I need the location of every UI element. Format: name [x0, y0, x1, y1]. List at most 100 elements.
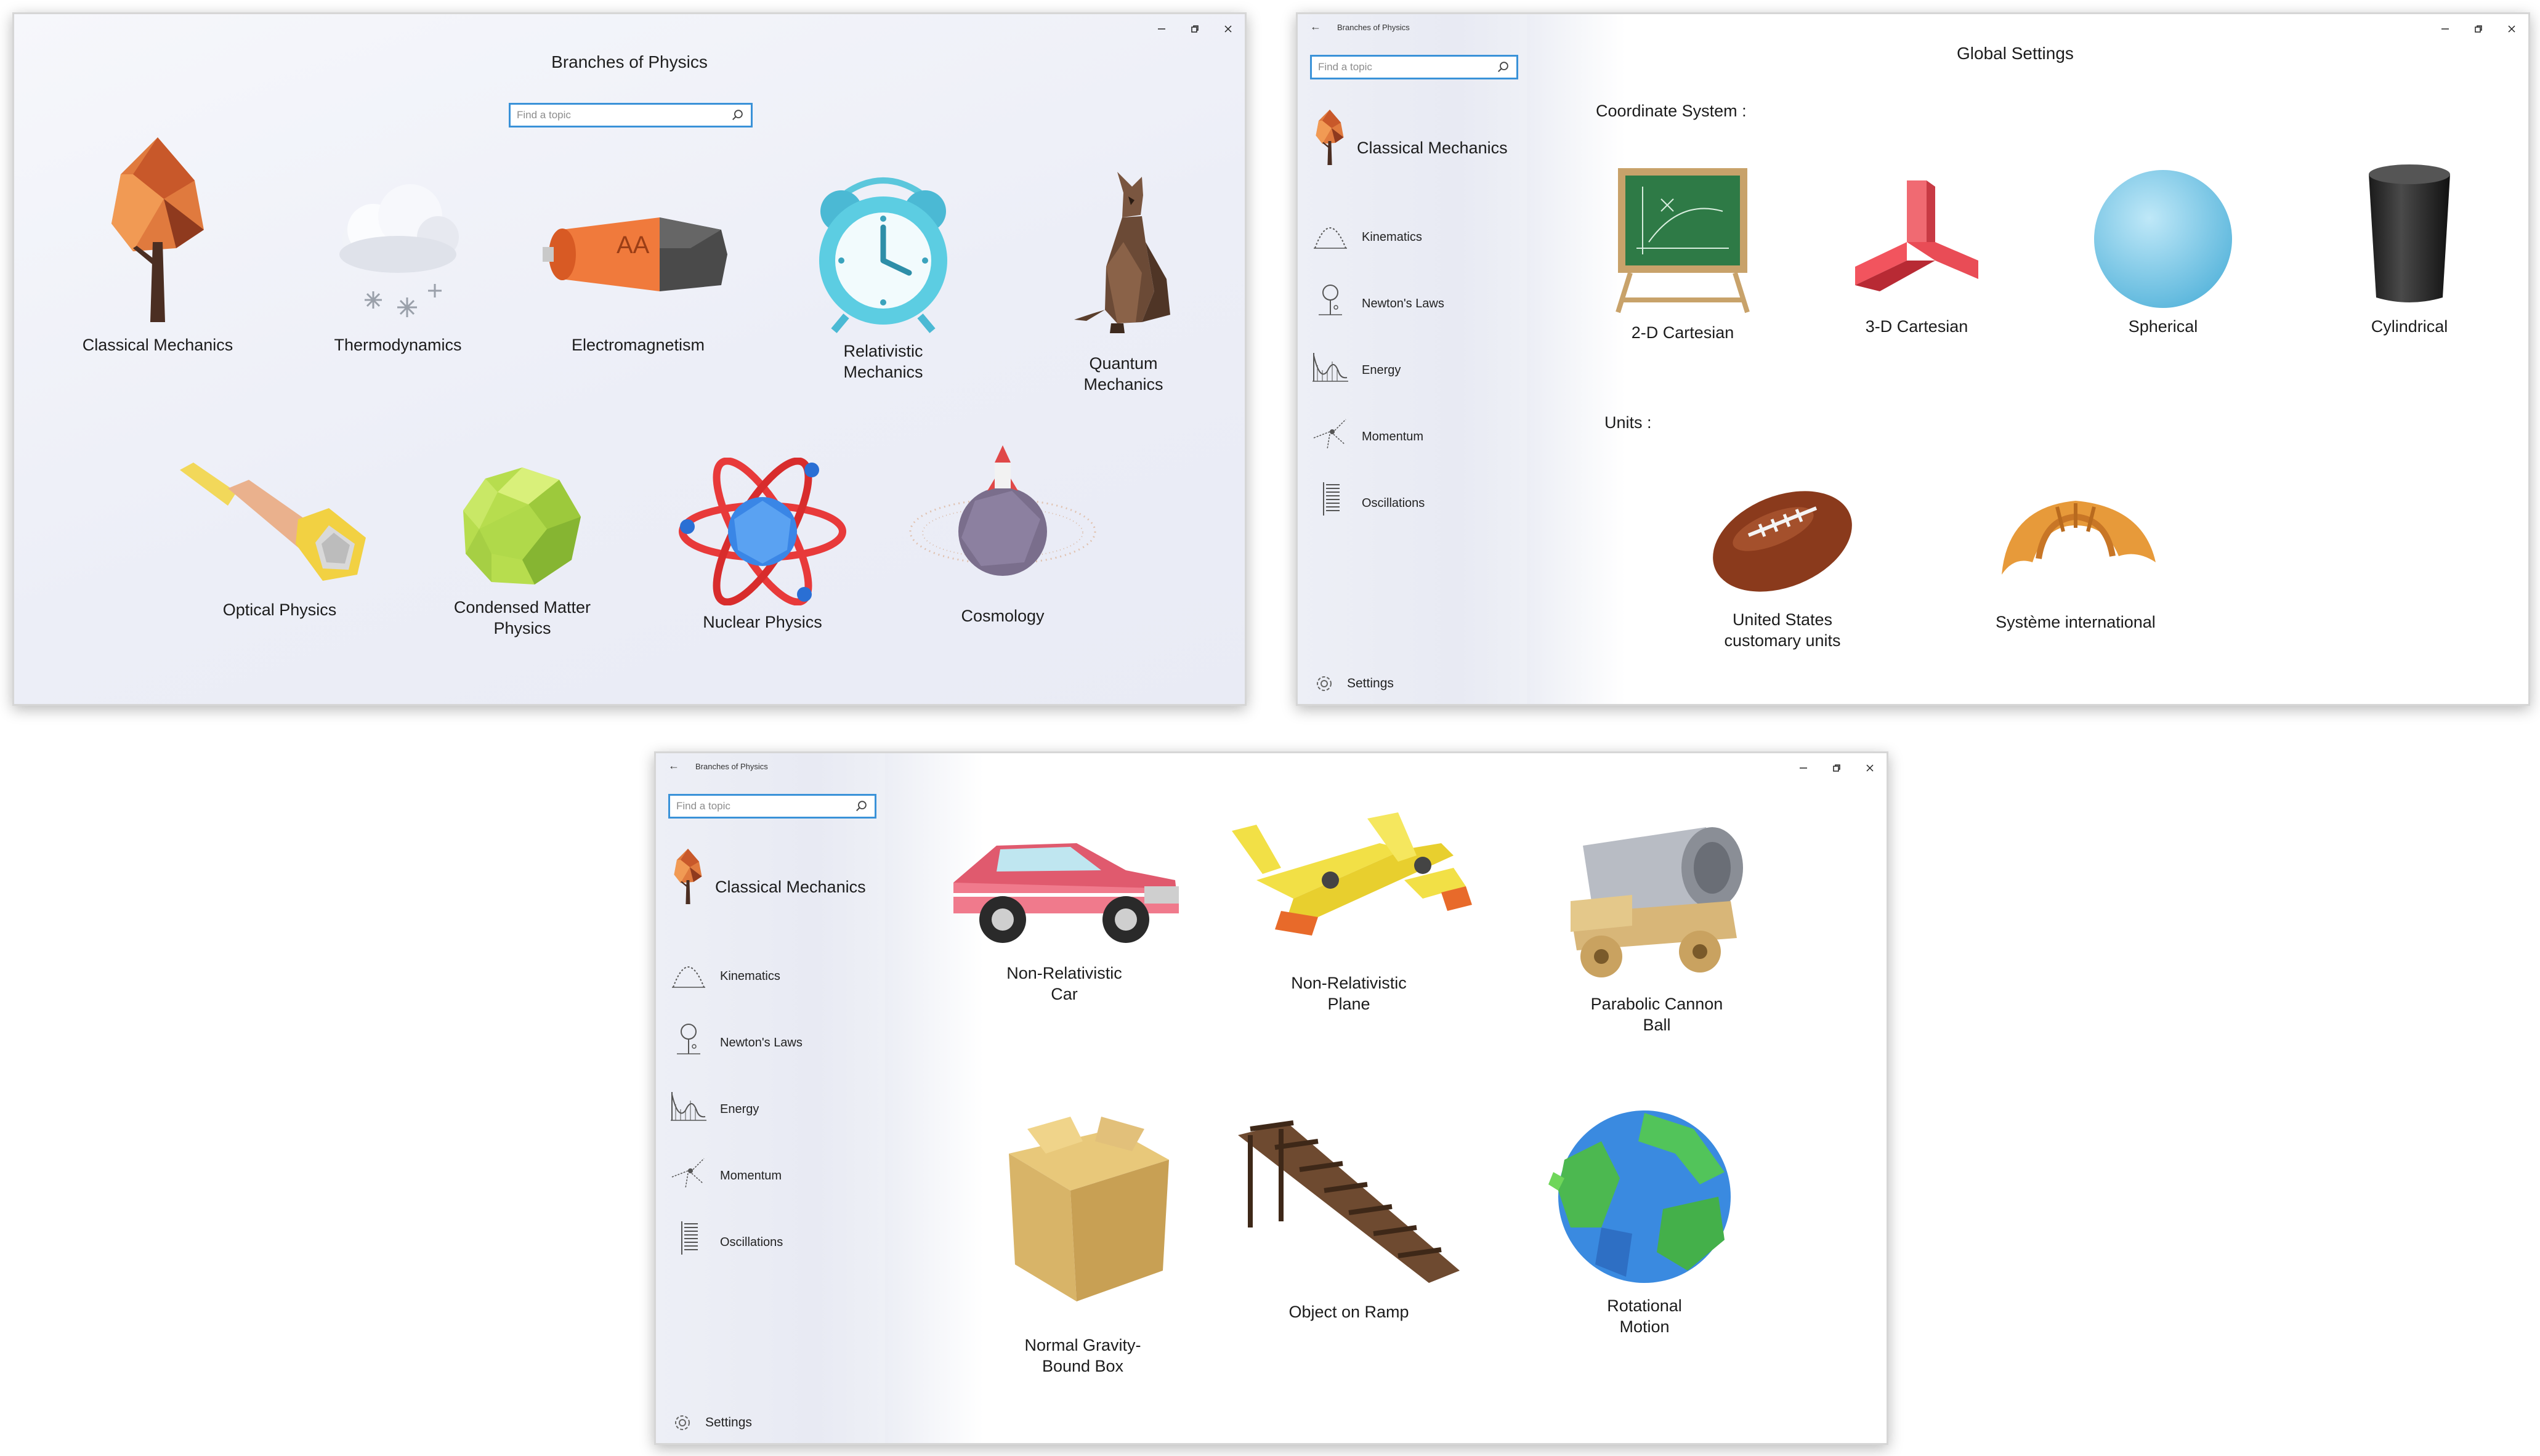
option-label: Spherical	[2128, 317, 2198, 336]
tile-label-line: Non-Relativistic	[1291, 974, 1407, 992]
minimize-button[interactable]	[1145, 14, 1178, 44]
option-us-customary-units[interactable]: United States customary units	[1681, 480, 1884, 651]
tile-label-line: Motion	[1619, 1317, 1670, 1336]
tile-label-line: Quantum	[1089, 354, 1158, 373]
search-icon[interactable]	[731, 108, 745, 122]
option-label: 3-D Cartesian	[1865, 317, 1968, 336]
nav-item-label: Oscillations	[720, 1235, 783, 1249]
tile-condensed-matter-physics[interactable]: Condensed Matter Physics	[421, 461, 624, 639]
apple-tree-icon	[669, 1019, 708, 1058]
atom-icon	[679, 458, 846, 605]
settings-nav-item[interactable]: Settings	[673, 1414, 752, 1432]
close-button[interactable]	[1853, 753, 1887, 783]
close-icon	[2507, 24, 2517, 34]
option-label: 2-D Cartesian	[1631, 323, 1734, 342]
tile-label: Cosmology	[961, 607, 1045, 625]
option-2d-cartesian[interactable]: 2-D Cartesian	[1581, 162, 1784, 343]
nav-item-newtons-laws[interactable]: Newton's Laws	[669, 1017, 803, 1060]
close-button[interactable]	[1211, 14, 1245, 44]
nav-item-kinematics[interactable]: Kinematics	[1311, 211, 1422, 254]
search-box[interactable]	[668, 794, 876, 819]
minimize-icon	[1157, 24, 1167, 34]
tile-label-line: Ball	[1643, 1016, 1671, 1034]
nav-item-label: Energy	[1362, 363, 1401, 377]
roller-coaster-icon	[1311, 347, 1349, 385]
classical-mechanics-window: ← Branches of Physics Classical Mechanic…	[654, 751, 1888, 1445]
app-title: Branches of Physics	[695, 762, 768, 771]
minimize-icon	[2440, 24, 2450, 34]
nav-item-momentum[interactable]: Momentum	[1311, 411, 1423, 454]
tile-label: Thermodynamics	[334, 336, 462, 354]
tile-optical-physics[interactable]: Optical Physics	[178, 451, 381, 620]
nav-item-oscillations[interactable]: Oscillations	[669, 1216, 783, 1260]
tile-classical-mechanics[interactable]: Classical Mechanics	[56, 131, 259, 355]
nav-item-energy[interactable]: Energy	[669, 1083, 759, 1126]
minimize-button[interactable]	[1787, 753, 1820, 783]
settings-nav-item[interactable]: Settings	[1315, 674, 1394, 693]
search-box[interactable]	[509, 103, 753, 127]
tile-label: Quantum Mechanics	[1083, 353, 1163, 395]
option-cylindrical[interactable]: Cylindrical	[2308, 162, 2511, 337]
nav-section-header[interactable]: Classical Mechanics	[1311, 107, 1508, 168]
tile-electromagnetism[interactable]: AA Electromagnetism	[536, 180, 740, 355]
cat-icon	[1074, 172, 1170, 333]
restore-button[interactable]	[2462, 14, 2495, 44]
tile-nuclear-physics[interactable]: Nuclear Physics	[661, 458, 864, 633]
settings-label: Settings	[1347, 676, 1394, 690]
app-title: Branches of Physics	[1337, 23, 1410, 32]
search-box[interactable]	[1310, 55, 1518, 79]
tile-object-on-ramp[interactable]: Object on Ramp	[1238, 1110, 1460, 1322]
search-input[interactable]	[1318, 61, 1497, 73]
option-spherical[interactable]: Spherical	[2061, 168, 2265, 337]
nav-item-kinematics[interactable]: Kinematics	[669, 950, 780, 993]
cylinder-icon	[2369, 164, 2450, 302]
restore-icon	[1190, 24, 1200, 34]
option-label-line: customary units	[1724, 631, 1841, 650]
tile-label: Normal Gravity- Bound Box	[1024, 1335, 1141, 1377]
search-input[interactable]	[517, 109, 731, 121]
settings-window: ← Branches of Physics Classical Mechanic…	[1296, 12, 2530, 706]
svg-text:AA: AA	[617, 232, 650, 259]
units-label: Units :	[1604, 413, 1652, 432]
tile-label-line: Physics	[493, 619, 551, 637]
tile-thermodynamics[interactable]: Thermodynamics	[296, 168, 500, 355]
tile-cosmology[interactable]: Cosmology	[901, 427, 1104, 626]
projectile-arc-icon	[1311, 214, 1349, 252]
tile-relativistic-mechanics[interactable]: Relativistic Mechanics	[782, 168, 985, 382]
back-button[interactable]: ←	[1310, 20, 1321, 33]
home-window: Branches of Physics Classical Mechanics …	[12, 12, 1247, 706]
back-button[interactable]: ←	[668, 759, 679, 772]
restore-button[interactable]	[1820, 753, 1853, 783]
restore-button[interactable]	[1178, 14, 1211, 44]
page-title: Global Settings	[1957, 44, 2074, 63]
nav-item-newtons-laws[interactable]: Newton's Laws	[1311, 278, 1444, 321]
caption-buttons	[2429, 14, 2528, 44]
tile-non-relativistic-plane[interactable]: Non-Relativistic Plane	[1232, 806, 1472, 1014]
tree-icon	[87, 131, 229, 328]
spring-icon	[669, 1219, 708, 1257]
option-3d-cartesian[interactable]: 3-D Cartesian	[1815, 168, 2018, 337]
tile-label-line: Mechanics	[843, 363, 923, 381]
tile-rotational-motion[interactable]: Rotational Motion	[1543, 1104, 1746, 1337]
coordinate-system-label: Coordinate System :	[1596, 102, 1747, 120]
nav-item-oscillations[interactable]: Oscillations	[1311, 477, 1425, 520]
page-title: Branches of Physics	[551, 52, 708, 71]
minimize-button[interactable]	[2429, 14, 2462, 44]
tile-parabolic-cannon-ball[interactable]: Parabolic Cannon Ball	[1555, 809, 1758, 1035]
tile-quantum-mechanics[interactable]: Quantum Mechanics	[1022, 168, 1225, 395]
close-button[interactable]	[2495, 14, 2528, 44]
collision-icon	[1311, 413, 1349, 451]
nav-item-momentum[interactable]: Momentum	[669, 1150, 782, 1193]
option-systeme-international[interactable]: Système international	[1974, 482, 2177, 633]
ramp-icon	[1238, 1120, 1460, 1283]
crystal-ball-icon	[463, 467, 581, 584]
search-input[interactable]	[676, 800, 855, 812]
tile-label: Nuclear Physics	[703, 613, 822, 631]
search-icon[interactable]	[855, 799, 868, 813]
nav-item-energy[interactable]: Energy	[1311, 344, 1401, 387]
tile-non-relativistic-car[interactable]: Non-Relativistic Car	[953, 821, 1179, 1005]
tile-normal-gravity-bound-box[interactable]: Normal Gravity- Bound Box	[981, 1104, 1184, 1377]
tree-icon	[669, 846, 706, 907]
nav-section-header[interactable]: Classical Mechanics	[669, 846, 866, 907]
search-icon[interactable]	[1497, 60, 1510, 74]
